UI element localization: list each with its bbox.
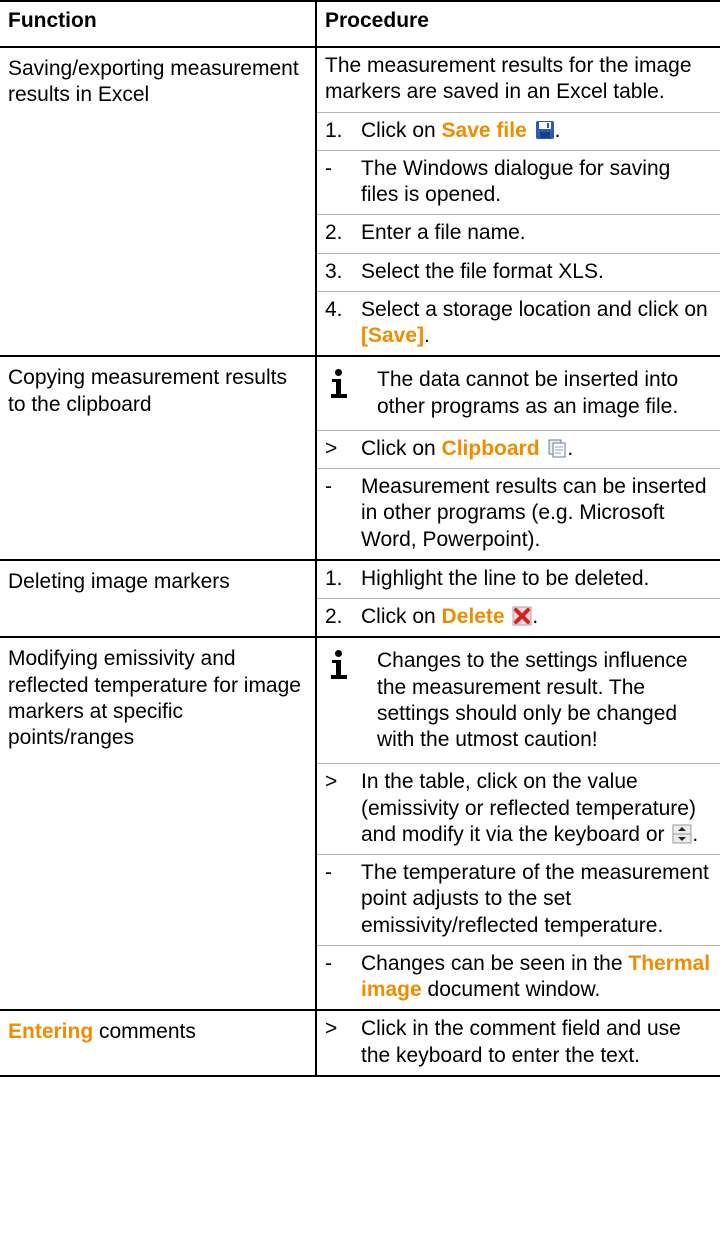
step-text: Click on xyxy=(361,436,442,460)
list-item: - The Windows dialogue for saving files … xyxy=(317,151,720,216)
list-item: - Changes can be seen in the Thermal ima… xyxy=(317,946,720,1010)
save-file-link: Save file xyxy=(441,118,527,142)
function-cell: Deleting image markers xyxy=(0,559,317,639)
function-text: comments xyxy=(93,1020,196,1044)
info-note: Changes to the settings influence the me… xyxy=(317,638,720,765)
procedure-cell: 1. Highlight the line to be deleted. 2. … xyxy=(316,559,720,639)
clipboard-icon xyxy=(548,439,566,458)
sub-text-tail: document window. xyxy=(421,978,601,1001)
procedure-cell: > Click in the comment field and use the… xyxy=(316,1010,720,1077)
sub-marker: - xyxy=(325,475,332,498)
table-row-saving: Saving/exporting measurement results in … xyxy=(0,47,720,358)
function-cell: Copying measurement results to the clipb… xyxy=(0,356,317,561)
procedure-cell: Changes to the settings influence the me… xyxy=(316,637,720,1012)
step-punct: . xyxy=(567,436,574,460)
list-item: > Click on Clipboard . xyxy=(317,431,720,469)
list-item: 3. Select the file format XLS. xyxy=(317,254,720,292)
step-text: Highlight the line to be deleted. xyxy=(361,566,650,590)
sub-text: Changes can be seen in the xyxy=(361,951,629,975)
delete-link: Delete xyxy=(441,605,505,628)
step-number: 2. xyxy=(325,221,343,245)
note-text: Changes to the settings influence the me… xyxy=(377,649,688,751)
entering-highlight: Entering xyxy=(8,1020,94,1044)
procedure-cell: The measurement results for the image ma… xyxy=(316,47,720,358)
table-row-modifying: Modifying emissivity and reflected tempe… xyxy=(0,637,720,1012)
step-text: Click on xyxy=(361,605,442,628)
step-text: Select a storage location and click on xyxy=(361,297,708,321)
list-item: 2. Enter a file name. xyxy=(317,215,720,254)
step-text: Enter a file name. xyxy=(361,221,526,245)
step-text: Click on xyxy=(361,118,442,142)
info-icon xyxy=(329,369,349,401)
list-item: 1. Click on Save file . xyxy=(317,113,720,151)
spin-arrows-icon xyxy=(672,824,692,844)
step-text: In the table, click on the value (emissi… xyxy=(361,770,696,846)
table-row-entering: Entering comments > Click in the comment… xyxy=(0,1010,720,1077)
step-number: 3. xyxy=(325,259,343,283)
sub-text: The temperature of the measurement point… xyxy=(361,861,709,937)
step-punct: . xyxy=(532,605,539,628)
step-punct: . xyxy=(554,118,561,142)
list-item: 2. Click on Delete . xyxy=(317,599,720,636)
sub-text: Measurement results can be inserted in o… xyxy=(361,475,707,551)
list-item: - Measurement results can be inserted in… xyxy=(317,469,720,559)
table-header-row: Function Procedure xyxy=(0,0,720,48)
info-icon xyxy=(329,650,349,682)
step-text: Click in the comment field and use the k… xyxy=(361,1017,681,1067)
info-note: The data cannot be inserted into other p… xyxy=(317,357,720,431)
sub-text: The Windows dialogue for saving files is… xyxy=(361,156,671,206)
function-cell: Modifying emissivity and reflected tempe… xyxy=(0,637,317,1012)
function-cell: Entering comments xyxy=(0,1010,317,1077)
step-marker: > xyxy=(325,436,338,460)
list-item: 1. Highlight the line to be deleted. xyxy=(317,561,720,599)
step-punct: . xyxy=(692,822,699,846)
step-number: 2. xyxy=(325,605,343,628)
step-punct: . xyxy=(424,324,430,347)
list-item: > In the table, click on the value (emis… xyxy=(317,764,720,855)
table-row-copying: Copying measurement results to the clipb… xyxy=(0,356,720,561)
function-cell: Saving/exporting measurement results in … xyxy=(0,47,317,358)
header-procedure: Procedure xyxy=(316,0,720,48)
step-number: 1. xyxy=(325,118,343,142)
sub-marker: - xyxy=(325,861,332,884)
procedure-cell: The data cannot be inserted into other p… xyxy=(316,356,720,561)
step-marker: > xyxy=(325,770,338,794)
step-number: 4. xyxy=(325,297,343,321)
note-text: The data cannot be inserted into other p… xyxy=(377,368,679,418)
step-marker: > xyxy=(325,1017,338,1041)
sub-marker: - xyxy=(325,156,332,180)
intro-text: The measurement results for the image ma… xyxy=(317,48,720,113)
list-item: 4. Select a storage location and click o… xyxy=(317,292,720,356)
procedure-table: Function Procedure Saving/exporting meas… xyxy=(0,0,720,1077)
red-x-icon xyxy=(512,606,532,626)
clipboard-link: Clipboard xyxy=(441,436,540,460)
sub-marker: - xyxy=(325,951,332,975)
table-row-deleting: Deleting image markers 1. Highlight the … xyxy=(0,559,720,639)
floppy-disk-icon xyxy=(535,120,554,139)
list-item: > Click in the comment field and use the… xyxy=(317,1011,720,1075)
save-button-label: [Save] xyxy=(361,324,425,347)
step-number: 1. xyxy=(325,566,343,590)
list-item: - The temperature of the measurement poi… xyxy=(317,855,720,946)
header-function: Function xyxy=(0,0,317,48)
step-text: Select the file format XLS. xyxy=(361,259,604,283)
